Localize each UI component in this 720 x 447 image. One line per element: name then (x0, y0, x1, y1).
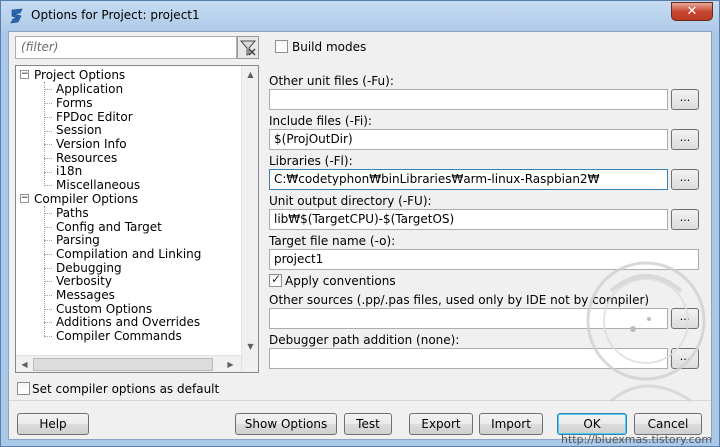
tree-item-compiler-commands[interactable]: Compiler Commands (56, 329, 182, 343)
other-unit-files-label: Other unit files (-Fu): (269, 74, 394, 88)
tree-group-project-options[interactable]: Project Options (34, 68, 125, 82)
tree-item-session[interactable]: Session (56, 123, 102, 137)
scroll-left-arrow-icon[interactable]: ◀ (16, 356, 33, 372)
other-sources-browse-button[interactable]: ... (671, 308, 699, 329)
debugger-path-input[interactable] (269, 348, 668, 369)
tree-item-messages[interactable]: Messages (56, 288, 115, 302)
ok-button[interactable]: OK (557, 413, 627, 435)
apply-conventions-label: Apply conventions (285, 274, 396, 288)
tree-item-resources[interactable]: Resources (56, 151, 117, 165)
scroll-right-arrow-icon[interactable]: ▶ (222, 356, 239, 372)
lazarus-app-icon (10, 8, 23, 24)
other-sources-label: Other sources (.pp/.pas files, used only… (269, 293, 650, 307)
target-file-name-input[interactable]: project1 (269, 249, 699, 270)
export-button[interactable]: Export (409, 413, 473, 435)
scroll-up-arrow-icon[interactable]: ▲ (242, 66, 258, 83)
tree-item-application[interactable]: Application (56, 82, 123, 96)
show-options-button[interactable]: Show Options (235, 413, 337, 435)
tree-item-version-info[interactable]: Version Info (56, 137, 127, 151)
tree-horizontal-scrollbar[interactable]: ◀ ▶ (16, 355, 241, 372)
horizontal-scroll-thumb[interactable] (33, 358, 213, 371)
tree-item-miscellaneous[interactable]: Miscellaneous (56, 178, 140, 192)
set-default-label: Set compiler options as default (32, 382, 220, 396)
libraries-browse-button[interactable]: ... (671, 169, 699, 190)
tree-item-i18n[interactable]: i18n (56, 164, 82, 178)
set-default-checkbox[interactable] (17, 382, 30, 395)
target-file-name-label: Target file name (-o): (269, 234, 396, 248)
tree-vertical-scrollbar[interactable]: ▲ ▼ (241, 66, 258, 372)
filter-button[interactable] (237, 36, 259, 59)
cancel-button[interactable]: Cancel (634, 413, 702, 435)
build-modes-checkbox[interactable] (275, 40, 288, 53)
build-modes-label: Build modes (292, 40, 367, 54)
libraries-input[interactable]: C:₩codetyphon₩binLibraries₩arm-linux-Ras… (269, 169, 668, 190)
apply-conventions-checkbox[interactable] (269, 272, 282, 287)
unit-output-dir-label: Unit output directory (-FU): (269, 194, 432, 208)
include-files-browse-button[interactable]: ... (671, 129, 699, 150)
tree-item-config-and-target[interactable]: Config and Target (56, 220, 162, 234)
expander-compiler-options[interactable]: − (20, 194, 29, 203)
options-dialog: Options for Project: project1 ✕ (filter)… (0, 0, 720, 447)
window-title: Options for Project: project1 (31, 8, 200, 22)
tree-item-paths[interactable]: Paths (56, 206, 89, 220)
other-sources-input[interactable] (269, 308, 668, 329)
other-unit-files-browse-button[interactable]: ... (671, 89, 699, 110)
other-unit-files-input[interactable] (269, 89, 668, 110)
import-button[interactable]: Import (479, 413, 543, 435)
unit-output-dir-browse-button[interactable]: ... (671, 209, 699, 230)
title-bar[interactable]: Options for Project: project1 ✕ (1, 1, 719, 31)
button-divider (9, 400, 711, 401)
libraries-label: Libraries (-Fl): (269, 154, 353, 168)
tree-item-verbosity[interactable]: Verbosity (56, 274, 112, 288)
include-files-input[interactable]: $(ProjOutDir) (269, 129, 668, 150)
watermark-url: http://bluexmas.tistory.com (561, 433, 713, 446)
test-button[interactable]: Test (344, 413, 392, 435)
tree-item-parsing[interactable]: Parsing (56, 233, 100, 247)
unit-output-dir-input[interactable]: lib₩$(TargetCPU)-$(TargetOS) (269, 209, 668, 230)
tree-item-compilation-and-linking[interactable]: Compilation and Linking (56, 247, 201, 261)
tree-group-compiler-options[interactable]: Compiler Options (34, 192, 138, 206)
debugger-path-browse-button[interactable]: ... (671, 348, 699, 369)
tree-item-additions-and-overrides[interactable]: Additions and Overrides (56, 315, 200, 329)
tree-item-fpdoc-editor[interactable]: FPDoc Editor (56, 110, 133, 124)
help-button[interactable]: Help (17, 413, 89, 435)
filter-funnel-icon (239, 40, 257, 56)
tree-item-forms[interactable]: Forms (56, 96, 92, 110)
expander-project-options[interactable]: − (20, 70, 29, 79)
dialog-client: (filter) Build modes − Project Options A… (8, 31, 712, 440)
filter-input[interactable]: (filter) (15, 36, 237, 59)
debugger-path-label: Debugger path addition (none): (269, 333, 460, 347)
scroll-down-arrow-icon[interactable]: ▼ (242, 338, 258, 355)
close-button[interactable]: ✕ (671, 2, 713, 21)
tree-item-debugging[interactable]: Debugging (56, 261, 122, 275)
options-tree: − Project Options Application Forms FPDo… (15, 65, 259, 373)
tree-item-custom-options[interactable]: Custom Options (56, 302, 152, 316)
include-files-label: Include files (-Fi): (269, 114, 372, 128)
